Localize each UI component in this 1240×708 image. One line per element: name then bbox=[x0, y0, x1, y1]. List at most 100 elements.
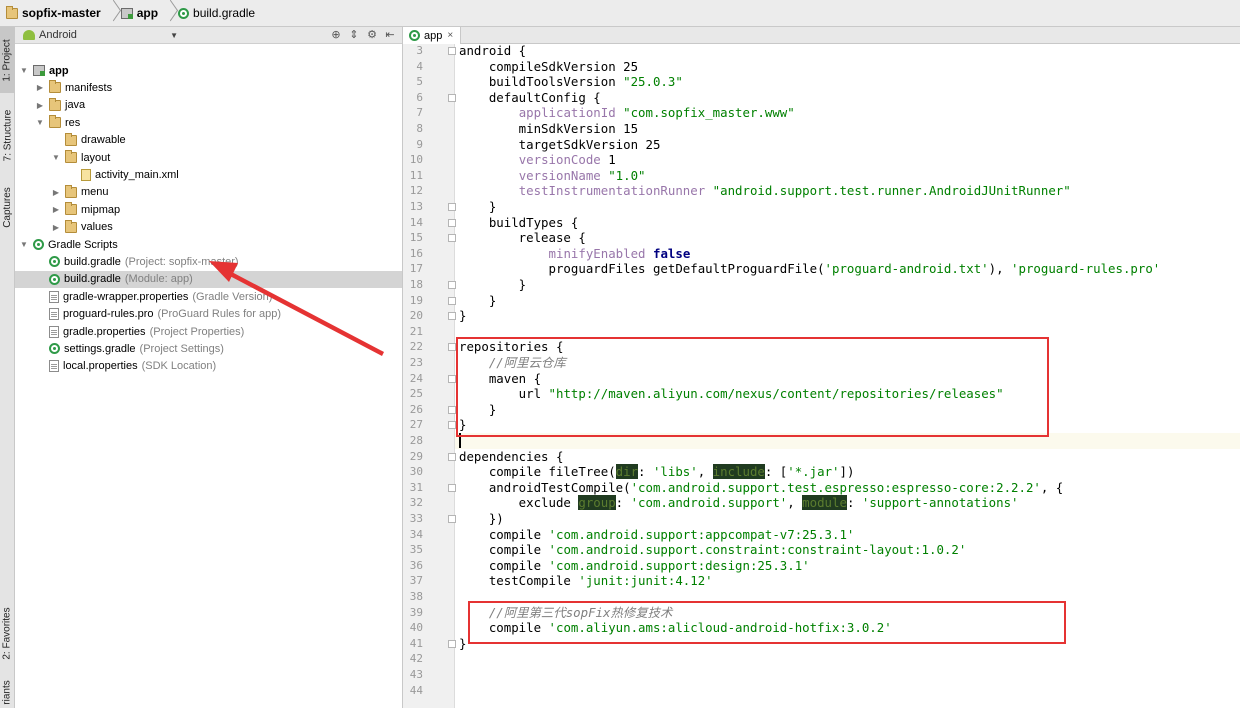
tree-item-hint: (Gradle Version) bbox=[192, 290, 273, 303]
code-token: 'proguard-rules.pro' bbox=[1011, 261, 1161, 277]
code-token: ]) bbox=[839, 464, 855, 480]
collapsed-arrow-icon[interactable]: ▶ bbox=[51, 223, 61, 232]
tree-item-label: settings.gradle bbox=[64, 342, 136, 355]
tree-item[interactable]: ▶ java bbox=[15, 97, 402, 114]
breadcrumb-project[interactable]: sopfix-master bbox=[2, 2, 107, 24]
tree-item[interactable]: build.gradle (Project: sopfix-master) bbox=[15, 253, 402, 270]
navigation-breadcrumb: sopfix-master app build.gradle bbox=[0, 0, 1240, 27]
structure-tool-tab[interactable]: 7: Structure bbox=[0, 99, 15, 171]
line-number: 22 bbox=[409, 340, 423, 354]
breadcrumb-project-label: sopfix-master bbox=[22, 6, 101, 20]
editor-tab-app[interactable]: app × bbox=[403, 27, 461, 44]
line-number: 31 bbox=[409, 480, 423, 494]
line-number: 4 bbox=[416, 59, 423, 73]
gradle-icon bbox=[178, 7, 190, 19]
tree-item[interactable]: ▼ Gradle Scripts bbox=[15, 236, 402, 253]
code-token: versionCode bbox=[518, 152, 601, 168]
collapsed-arrow-icon[interactable]: ▶ bbox=[35, 101, 45, 110]
code-token: testInstrumentationRunner bbox=[518, 183, 706, 199]
file-icon bbox=[49, 325, 59, 338]
tree-item[interactable]: gradle-wrapper.properties (Gradle Version… bbox=[15, 288, 402, 305]
favorites-tool-tab[interactable]: 2: Favorites bbox=[0, 597, 15, 669]
tree-item[interactable]: settings.gradle (Project Settings) bbox=[15, 340, 402, 357]
build-variants-tool-tab[interactable]: riants bbox=[0, 677, 15, 708]
code-token: compile bbox=[459, 542, 549, 558]
editor-tab-bar: app × bbox=[403, 27, 1240, 44]
code-token: 'com.android.support:design:25.3.1' bbox=[548, 557, 810, 573]
code-token: } bbox=[459, 199, 497, 214]
code-token: 1 bbox=[600, 152, 616, 168]
breadcrumb-file[interactable]: build.gradle bbox=[174, 2, 261, 24]
tree-item[interactable]: ▼ layout bbox=[15, 149, 402, 166]
line-number: 10 bbox=[409, 153, 423, 167]
expanded-arrow-icon[interactable]: ▼ bbox=[19, 240, 29, 249]
tree-item[interactable]: ▼ res bbox=[15, 114, 402, 131]
settings-gear-icon[interactable]: ⚙ bbox=[366, 28, 378, 41]
code-line: applicationId "com.sopfix_master.www" bbox=[459, 105, 795, 121]
code-token: ), bbox=[988, 261, 1012, 277]
expanded-arrow-icon[interactable]: ▼ bbox=[51, 153, 61, 162]
collapsed-arrow-icon[interactable]: ▶ bbox=[35, 83, 45, 92]
tree-item[interactable]: drawable bbox=[15, 132, 402, 149]
gradle-icon bbox=[409, 30, 420, 41]
tree-item-hint: (Project: sopfix-master) bbox=[124, 255, 239, 268]
code-line: versionCode 1 bbox=[459, 152, 616, 168]
tree-item[interactable]: gradle.properties (Project Properties) bbox=[15, 323, 402, 340]
gradle-icon bbox=[49, 273, 60, 285]
project-tool-tab[interactable]: 1: Project bbox=[0, 27, 15, 93]
gradle-icon bbox=[33, 239, 44, 250]
code-token: 'com.android.support.test.espresso:espre… bbox=[630, 479, 1041, 495]
tree-item[interactable]: ▶ manifests bbox=[15, 79, 402, 96]
code-line: exclude group: 'com.android.support', mo… bbox=[459, 495, 1019, 511]
expanded-arrow-icon[interactable]: ▼ bbox=[19, 66, 29, 75]
tree-item[interactable]: proguard-rules.pro (ProGuard Rules for ap… bbox=[15, 306, 402, 323]
captures-tool-tab[interactable]: Captures bbox=[0, 177, 15, 237]
captures-tool-tab-label: Captures bbox=[2, 186, 14, 228]
line-number: 25 bbox=[409, 387, 423, 401]
code-line: } bbox=[459, 199, 496, 215]
tree-item[interactable]: activity_main.xml bbox=[15, 166, 402, 183]
line-number-gutter: 3 4 5 6 7 8 9 10 11 12 13 14 15 16 17 18 19 20 21 22 23 24 25 2… bbox=[403, 44, 456, 708]
code-token: false bbox=[652, 245, 691, 261]
project-tool-tab-label: 1: Project bbox=[2, 38, 13, 82]
breadcrumb-separator bbox=[107, 2, 115, 24]
tree-item[interactable]: local.properties (SDK Location) bbox=[15, 358, 402, 375]
tree-item[interactable]: build.gradle (Module: app) bbox=[15, 270, 402, 288]
tree-item-label: res bbox=[65, 116, 81, 129]
view-mode-dropdown[interactable]: Android ▼ bbox=[23, 28, 178, 43]
collapsed-arrow-icon[interactable]: ▶ bbox=[51, 205, 61, 214]
scroll-from-source-icon[interactable]: ⊕ bbox=[330, 28, 342, 41]
tree-item-label: layout bbox=[81, 151, 111, 164]
tree-item-hint: (Project Properties) bbox=[149, 325, 245, 338]
code-token: minifyEnabled bbox=[548, 245, 646, 261]
code-token: release { bbox=[459, 230, 586, 246]
tree-item[interactable]: ▶ menu bbox=[15, 184, 402, 201]
tree-item[interactable]: ▶ values bbox=[15, 219, 402, 236]
tree-item[interactable]: ▶ mipmap bbox=[15, 201, 402, 218]
line-number: 43 bbox=[409, 668, 423, 681]
hide-panel-icon[interactable]: ⇤ bbox=[384, 28, 396, 41]
code-token: 'libs' bbox=[652, 464, 698, 480]
code-token: "25.0.3" bbox=[623, 74, 683, 90]
line-number: 9 bbox=[416, 137, 423, 151]
folder-icon bbox=[65, 219, 77, 233]
code-token: android { bbox=[459, 43, 527, 58]
close-tab-icon[interactable]: × bbox=[447, 30, 453, 41]
code-token: 'com.android.support' bbox=[630, 495, 788, 511]
line-number: 16 bbox=[409, 246, 423, 260]
code-line: buildTypes { bbox=[459, 215, 579, 231]
code-token: "1.0" bbox=[608, 167, 646, 183]
view-mode-label: Android bbox=[39, 29, 77, 41]
tree-item-label: values bbox=[81, 221, 113, 234]
line-number: 17 bbox=[409, 262, 423, 276]
collapse-all-icon[interactable]: ⇕ bbox=[348, 28, 360, 41]
code-line: } bbox=[459, 277, 526, 293]
line-number: 20 bbox=[409, 309, 423, 323]
expanded-arrow-icon[interactable]: ▼ bbox=[35, 118, 45, 127]
tree-item[interactable]: ▼ app bbox=[15, 62, 402, 79]
code-token: exclude bbox=[459, 495, 579, 511]
line-number: 3 bbox=[416, 44, 423, 57]
breadcrumb-module[interactable]: app bbox=[117, 2, 164, 24]
collapsed-arrow-icon[interactable]: ▶ bbox=[51, 188, 61, 197]
